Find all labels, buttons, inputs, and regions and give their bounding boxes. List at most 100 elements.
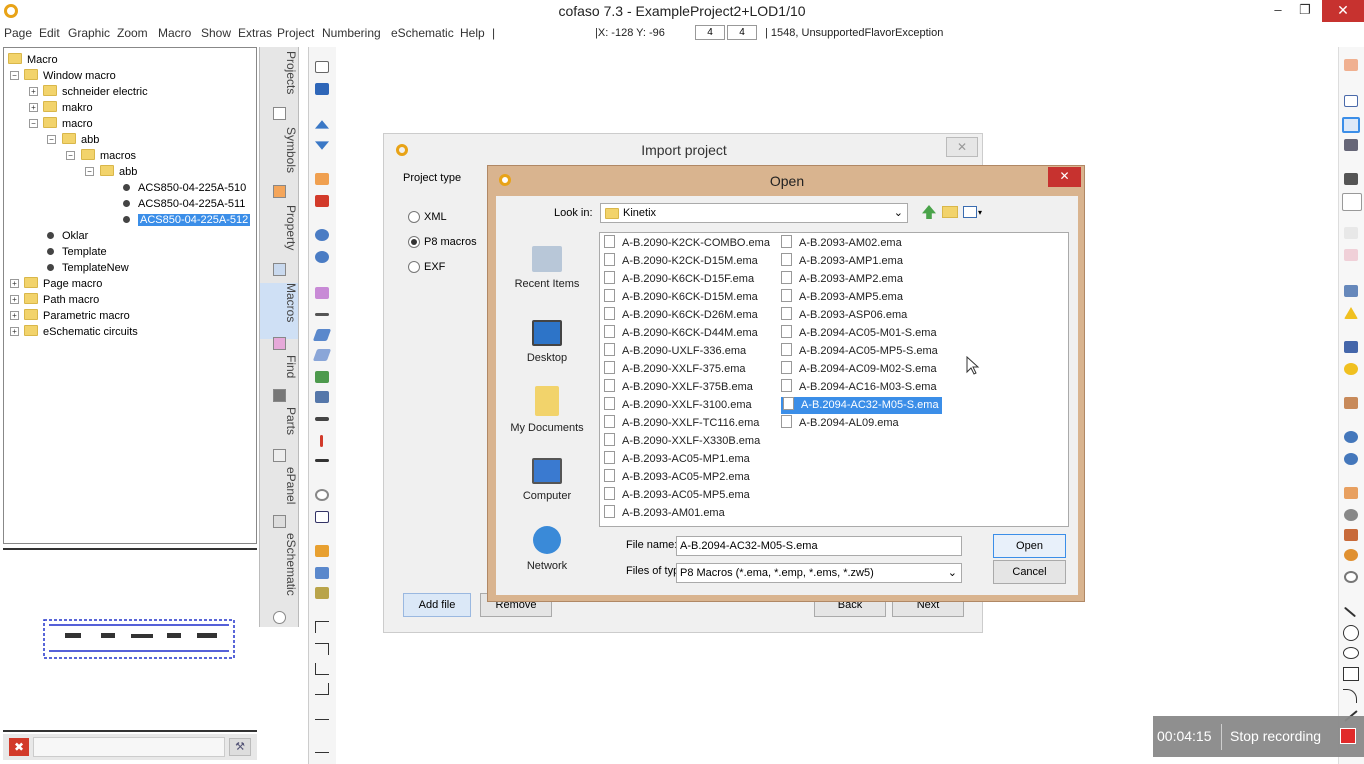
line-tool-icon[interactable] xyxy=(1343,606,1357,618)
file-item[interactable]: A-B.2093-AC05-MP2.ema xyxy=(604,469,750,486)
zoom-icon[interactable] xyxy=(315,489,329,501)
arc-tool-icon[interactable] xyxy=(1343,689,1357,703)
tree-leaf[interactable]: Template xyxy=(47,244,107,260)
ellipse-tool-icon[interactable] xyxy=(1343,647,1359,659)
place-my-documents[interactable]: My Documents xyxy=(510,386,584,434)
pencil-icon[interactable] xyxy=(1344,341,1358,353)
delete-icon[interactable] xyxy=(315,195,329,207)
tree-leaf[interactable]: Oklar xyxy=(47,228,88,244)
file-item[interactable]: A-B.2093-AC05-MP5.ema xyxy=(604,487,750,504)
file-item[interactable]: A-B.2090-K2CK-D15M.ema xyxy=(604,253,758,270)
radio-xml[interactable] xyxy=(408,211,420,223)
arrow-down-icon[interactable] xyxy=(315,141,329,150)
delete-icon[interactable]: ✖ xyxy=(9,738,29,756)
rss-icon[interactable] xyxy=(315,173,329,185)
file-item[interactable]: A-B.2093-AM01.ema xyxy=(604,505,725,522)
stamp-blue-icon[interactable] xyxy=(315,567,329,579)
file-item[interactable]: A-B.2093-AM02.ema xyxy=(781,235,902,252)
tab-property[interactable]: Property xyxy=(260,205,298,267)
file-item[interactable]: A-B.2094-AC05-MP5-S.ema xyxy=(781,343,938,360)
file-item[interactable]: A-B.2090-K6CK-D44M.ema xyxy=(604,325,758,342)
corner-bl-icon[interactable] xyxy=(315,663,329,675)
file-item[interactable]: A-B.2090-XXLF-3100.ema xyxy=(604,397,752,414)
add-file-button[interactable]: Add file xyxy=(403,593,471,617)
file-item[interactable]: A-B.2090-XXLF-TC116.ema xyxy=(604,415,759,432)
arrow-up-icon[interactable] xyxy=(315,120,329,129)
place-network[interactable]: Network xyxy=(510,526,584,572)
minimize-button[interactable]: – xyxy=(1264,0,1292,22)
menu-macro[interactable]: Macro xyxy=(158,26,191,40)
brush-icon[interactable] xyxy=(315,287,329,299)
maximize-button[interactable]: ❐ xyxy=(1291,0,1319,22)
menu-zoom[interactable]: Zoom xyxy=(117,26,148,40)
tab-find[interactable]: Find xyxy=(260,355,298,393)
eraser-icon[interactable] xyxy=(1344,249,1358,261)
stop-recording-button[interactable]: Stop recording xyxy=(1230,728,1321,744)
menu-graphic[interactable]: Graphic xyxy=(68,26,110,40)
menu-help[interactable]: Help xyxy=(460,26,485,40)
tree-node-macro[interactable]: Macro xyxy=(8,52,58,68)
save-icon[interactable] xyxy=(315,83,329,95)
checklist-icon[interactable] xyxy=(1344,95,1358,107)
layout-icon[interactable] xyxy=(1342,117,1360,133)
corner-tr-icon[interactable] xyxy=(315,643,329,655)
magnifier-icon[interactable] xyxy=(1344,571,1358,583)
close-button[interactable]: ✕ xyxy=(946,137,978,157)
open-button[interactable]: Open xyxy=(993,534,1066,558)
tree-node-eschematic[interactable]: eSchematic circuits xyxy=(24,324,138,340)
window-icon[interactable] xyxy=(315,511,329,523)
file-item[interactable]: A-B.2094-AC05-M01-S.ema xyxy=(781,325,937,342)
new-icon[interactable] xyxy=(315,61,329,73)
menu-project[interactable]: Project xyxy=(277,26,314,40)
expand-icon[interactable]: + xyxy=(10,279,19,288)
file-item[interactable]: A-B.2093-AMP1.ema xyxy=(781,253,903,270)
place-recent-items[interactable]: Recent Items xyxy=(510,246,584,290)
tree-leaf[interactable]: ACS850-04-225A-511 xyxy=(123,196,245,212)
tab-macros[interactable]: Macros xyxy=(260,283,298,339)
grid-x-field[interactable]: 4 xyxy=(695,25,725,40)
rotate-icon[interactable] xyxy=(1344,431,1358,443)
menu-page[interactable]: Page xyxy=(4,26,32,40)
hierarchy-icon[interactable] xyxy=(315,371,329,383)
file-item[interactable]: A-B.2090-K6CK-D26M.ema xyxy=(604,307,758,324)
collapse-icon[interactable]: − xyxy=(66,151,75,160)
menu-eschematic[interactable]: eSchematic xyxy=(391,26,454,40)
file-item[interactable]: A-B.2090-K2CK-COMBO.ema xyxy=(604,235,770,252)
stamp-olive-icon[interactable] xyxy=(315,587,329,599)
collapse-icon[interactable]: − xyxy=(85,167,94,176)
expand-icon[interactable]: + xyxy=(10,327,19,336)
file-item[interactable]: A-B.2093-ASP06.ema xyxy=(781,307,907,324)
tab-eschematic[interactable]: eSchematic xyxy=(260,533,298,613)
doc-icon[interactable] xyxy=(1344,227,1358,239)
close-button[interactable]: ✕ xyxy=(1048,167,1081,187)
tree-node-macros[interactable]: macros xyxy=(81,148,136,164)
rectangle-tool-icon[interactable] xyxy=(1343,667,1359,681)
basketball-icon[interactable] xyxy=(1344,549,1358,561)
file-item[interactable]: A-B.2090-K6CK-D15F.ema xyxy=(604,271,754,288)
file-item[interactable]: A-B.2090-UXLF-336.ema xyxy=(604,343,746,360)
rugby-icon[interactable] xyxy=(1344,529,1358,541)
note-icon[interactable] xyxy=(1344,487,1358,499)
warning-icon[interactable] xyxy=(1344,307,1358,319)
radio-exf[interactable] xyxy=(408,261,420,273)
tree-node-page-macro[interactable]: Page macro xyxy=(24,276,102,292)
tree-leaf[interactable]: TemplateNew xyxy=(47,260,129,276)
place-computer[interactable]: Computer xyxy=(510,458,584,502)
file-item[interactable]: A-B.2093-AMP2.ema xyxy=(781,271,903,288)
connector-icon[interactable] xyxy=(315,417,329,421)
place-desktop[interactable]: Desktop xyxy=(510,320,584,364)
tab-projects[interactable]: Projects xyxy=(260,51,298,111)
tree-node-abb[interactable]: abb xyxy=(62,132,99,148)
pen-icon[interactable] xyxy=(312,329,332,341)
expand-icon[interactable]: + xyxy=(10,295,19,304)
file-item[interactable]: A-B.2090-K6CK-D15M.ema xyxy=(604,289,758,306)
tree-leaf[interactable]: ACS850-04-225A-510 xyxy=(123,180,246,196)
refresh-icon[interactable] xyxy=(315,229,329,241)
file-item-selected[interactable]: A-B.2094-AC32-M05-S.ema xyxy=(781,397,942,414)
expand-icon[interactable]: + xyxy=(10,311,19,320)
sync-icon[interactable] xyxy=(315,251,329,263)
tree-node-window-macro[interactable]: Window macro xyxy=(24,68,116,84)
file-item[interactable]: A-B.2093-AMP5.ema xyxy=(781,289,903,306)
tools-icon[interactable]: ⚒ xyxy=(229,738,251,756)
collapse-icon[interactable]: − xyxy=(10,71,19,80)
